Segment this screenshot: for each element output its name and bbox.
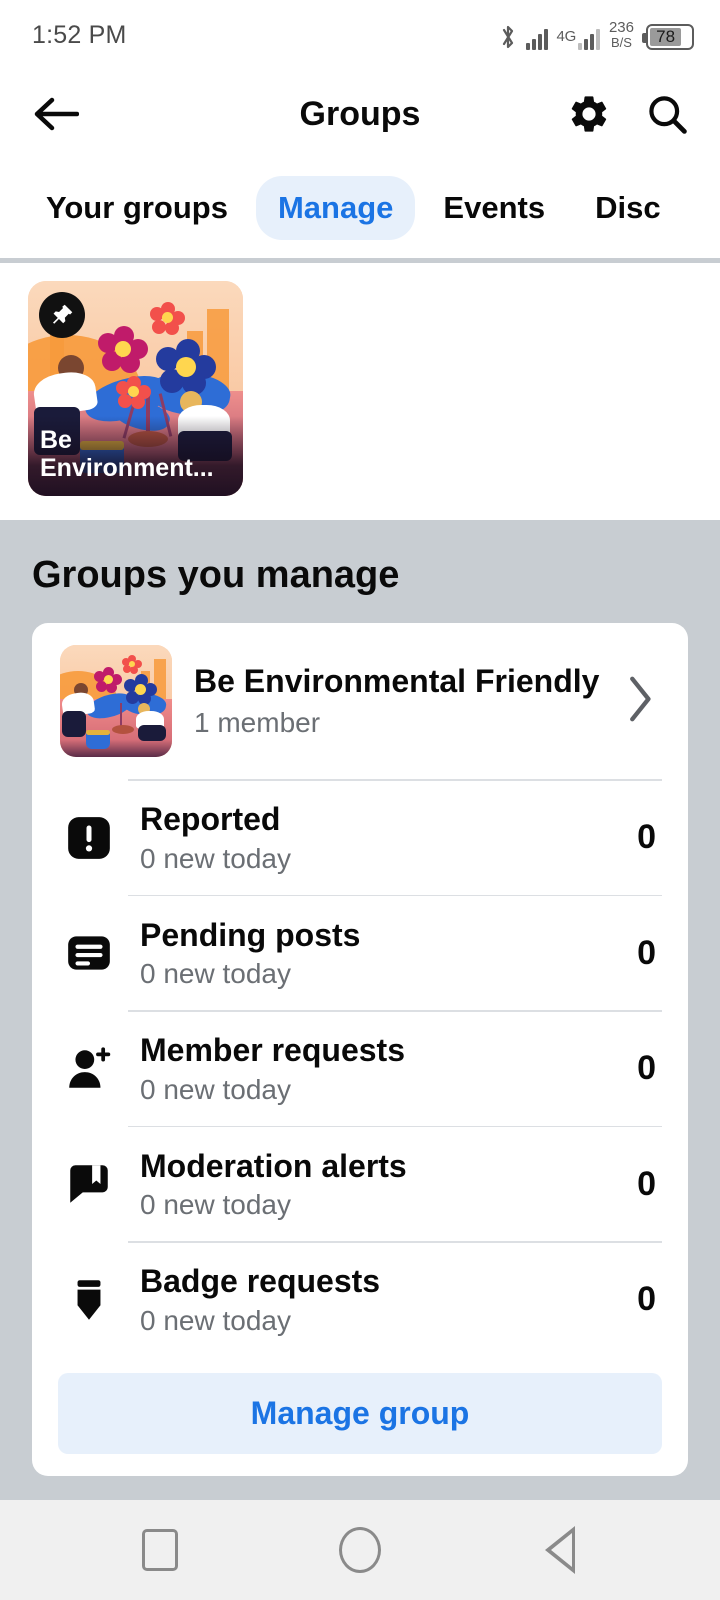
signal-bars-icon [525, 28, 548, 50]
report-exclamation-icon [60, 813, 118, 863]
tab-events[interactable]: Events [421, 176, 567, 240]
stat-label: Reported [140, 801, 281, 838]
stat-row-member-requests[interactable]: Member requests 0 new today 0 [32, 1012, 688, 1126]
data-rate-value: 236 [608, 19, 634, 37]
pending-post-icon [60, 928, 118, 978]
pinned-badge [39, 292, 85, 338]
tab-your-groups[interactable]: Your groups [24, 176, 250, 240]
group-open-chevron[interactable] [622, 672, 662, 731]
stat-subtitle: 0 new today [140, 1304, 291, 1336]
search-button[interactable] [642, 89, 692, 139]
tab-bar: Your groups Manage Events Disc [0, 158, 720, 258]
stat-count: 0 [637, 933, 656, 972]
group-thumbnail [60, 645, 172, 757]
manage-group-button[interactable]: Manage group [58, 1372, 662, 1454]
status-icons: 4G 236 B/S 78 [499, 20, 694, 50]
android-nav-bar [0, 1500, 720, 1600]
tab-discover[interactable]: Disc [573, 176, 682, 240]
gear-icon [571, 96, 607, 132]
group-member-count: 1 member [194, 706, 321, 738]
group-header-row[interactable]: Be Environmental Friendly 1 member [32, 623, 688, 779]
back-nav-button[interactable] [525, 1515, 595, 1585]
pinned-group-label: Be Environment... [28, 416, 243, 496]
stat-label: Moderation alerts [140, 1147, 407, 1184]
stat-subtitle: 0 new today [140, 958, 291, 990]
status-bar: 1:52 PM 4G 236 B/S 78 [0, 0, 720, 70]
stat-row-badge-requests[interactable]: Badge requests 0 new today 0 [32, 1243, 688, 1357]
stat-subtitle: 0 new today [140, 1073, 291, 1105]
square-recents-icon [142, 1529, 178, 1571]
stat-subtitle: 0 new today [140, 1189, 291, 1221]
signal-bars-secondary-icon [577, 28, 600, 50]
stat-label: Pending posts [140, 916, 361, 953]
stat-count: 0 [637, 818, 656, 856]
bluetooth-icon [499, 24, 517, 50]
stat-label: Member requests [140, 1032, 405, 1069]
data-rate-indicator: 236 B/S [609, 20, 634, 49]
stat-label: Badge requests [140, 1263, 381, 1300]
stat-row-pending-posts[interactable]: Pending posts 0 new today 0 [32, 896, 688, 1010]
managed-group-card: Be Environmental Friendly 1 member Repor… [32, 623, 688, 1476]
status-time: 1:52 PM [32, 20, 127, 49]
header-actions [564, 89, 692, 139]
stat-text: Moderation alerts 0 new today [140, 1147, 615, 1221]
search-icon [649, 96, 687, 134]
data-rate-unit: B/S [611, 34, 632, 50]
circle-home-icon [339, 1527, 381, 1573]
home-button[interactable] [325, 1515, 395, 1585]
battery-icon: 78 [642, 23, 694, 50]
group-name: Be Environmental Friendly [194, 663, 600, 700]
network-type-indicator: 4G [557, 28, 600, 50]
section-title: Groups you manage [32, 554, 400, 596]
recents-button[interactable] [125, 1515, 195, 1585]
triangle-back-icon [545, 1526, 575, 1574]
group-info: Be Environmental Friendly 1 member [194, 663, 600, 739]
stat-text: Member requests 0 new today [140, 1031, 615, 1105]
back-button[interactable] [28, 86, 84, 142]
back-arrow-icon [34, 97, 79, 131]
battery-level: 78 [650, 27, 682, 46]
stat-text: Badge requests 0 new today [140, 1262, 615, 1336]
person-add-icon [60, 1044, 118, 1094]
stat-subtitle: 0 new today [140, 842, 291, 874]
stat-row-reported[interactable]: Reported 0 new today 0 [32, 781, 688, 895]
network-type-label: 4G [556, 27, 577, 45]
moderation-alert-icon [60, 1159, 118, 1209]
app-header: Groups [0, 70, 720, 158]
stat-count: 0 [637, 1164, 656, 1203]
badge-shield-icon [60, 1275, 118, 1325]
chevron-right-icon [630, 676, 651, 721]
pinned-groups-strip: Be Environment... [0, 263, 720, 520]
stat-row-moderation-alerts[interactable]: Moderation alerts 0 new today 0 [32, 1127, 688, 1241]
stat-text: Reported 0 new today [140, 800, 615, 874]
settings-button[interactable] [564, 89, 614, 139]
pinned-group-card[interactable]: Be Environment... [28, 281, 243, 496]
pushpin-icon [53, 304, 73, 324]
tab-manage[interactable]: Manage [255, 176, 416, 240]
stat-text: Pending posts 0 new today [140, 916, 615, 990]
stat-count: 0 [637, 1049, 656, 1087]
stat-count: 0 [637, 1280, 656, 1318]
